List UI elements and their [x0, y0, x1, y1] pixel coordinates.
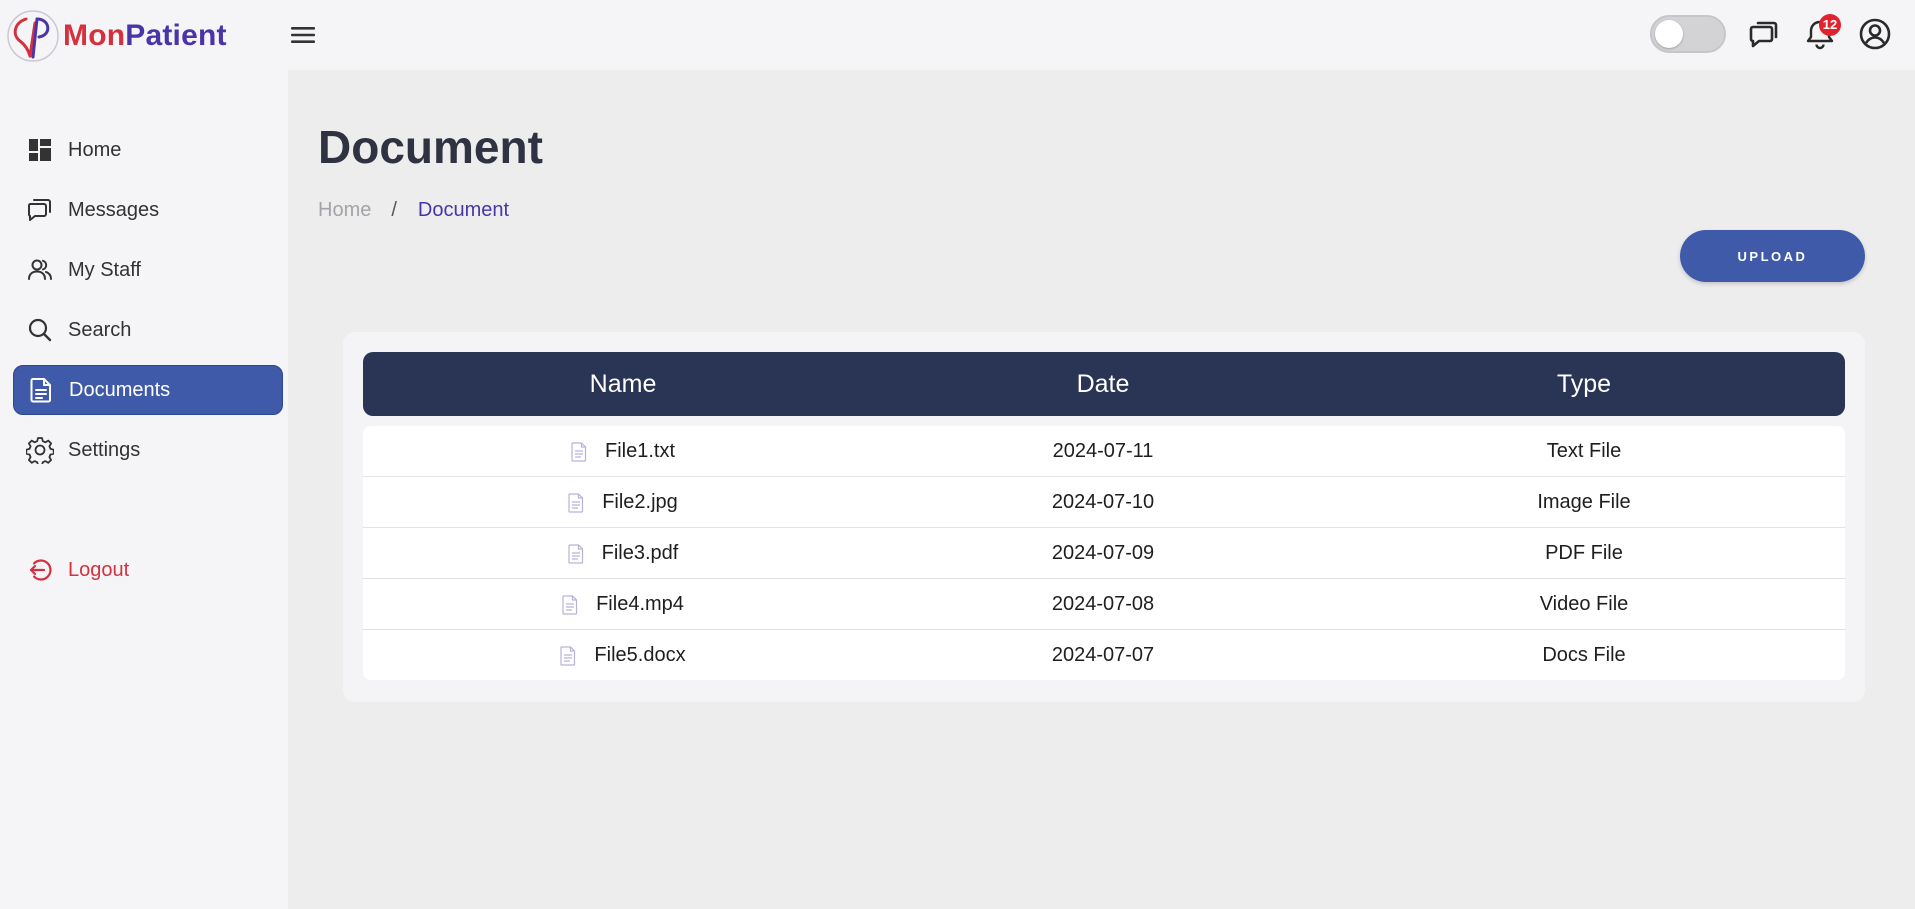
upload-button[interactable]: UPLOAD: [1680, 230, 1865, 282]
file-date: 2024-07-10: [1051, 491, 1155, 513]
sidebar-item-settings[interactable]: Settings: [13, 425, 283, 475]
file-icon: [562, 594, 578, 615]
sidebar: Home Messages My Staff Search Documents …: [0, 70, 288, 909]
brand-logo[interactable]: MonPatient: [6, 9, 227, 63]
file-name: File2.jpg: [602, 491, 678, 513]
table-row[interactable]: File4.mp4 2024-07-08 Video File: [363, 579, 1845, 630]
file-date: 2024-07-07: [1051, 644, 1155, 666]
column-header-type[interactable]: Type: [1323, 352, 1845, 416]
logout-button[interactable]: Logout: [13, 545, 283, 595]
breadcrumb: Home / Document: [318, 199, 509, 222]
sidebar-item-label: Search: [68, 318, 132, 341]
top-bar: MonPatient 12: [0, 0, 1915, 70]
file-type: Docs File: [1542, 644, 1626, 666]
breadcrumb-current: Document: [417, 199, 510, 221]
sidebar-item-home[interactable]: Home: [13, 125, 283, 175]
file-icon: [568, 492, 584, 513]
file-name-cell: File4.mp4: [363, 579, 883, 630]
table-row[interactable]: File1.txt 2024-07-11 Text File: [363, 426, 1845, 477]
chat-icon[interactable]: [1747, 17, 1781, 51]
chat-icon: [26, 196, 54, 224]
file-type: Image File: [1537, 491, 1631, 513]
file-name-cell: File3.pdf: [363, 528, 883, 579]
hamburger-menu-icon[interactable]: [288, 21, 318, 49]
file-type: Video File: [1539, 593, 1629, 615]
document-icon: [27, 376, 55, 404]
sidebar-item-documents[interactable]: Documents: [13, 365, 283, 415]
search-icon: [26, 316, 54, 344]
sidebar-item-label: Documents: [69, 378, 171, 401]
sidebar-item-label: Settings: [68, 438, 141, 461]
file-icon: [571, 441, 587, 462]
file-date: 2024-07-09: [1051, 542, 1155, 564]
file-icon: [568, 543, 583, 564]
logout-label: Logout: [68, 558, 130, 581]
sidebar-item-label: Home: [68, 138, 122, 161]
breadcrumb-separator: /: [391, 199, 397, 221]
brand-name-part2: Patient: [125, 19, 227, 52]
file-name-cell: File5.docx: [363, 630, 883, 680]
account-circle-icon[interactable]: [1858, 17, 1892, 51]
file-name-cell: File2.jpg: [363, 477, 883, 528]
sidebar-item-label: Messages: [68, 198, 160, 221]
theme-toggle-knob: [1655, 20, 1683, 48]
breadcrumb-home-link[interactable]: Home: [318, 199, 371, 222]
file-type: PDF File: [1545, 542, 1623, 564]
file-name: File5.docx: [594, 644, 686, 666]
file-date: 2024-07-08: [1051, 593, 1155, 615]
column-header-date[interactable]: Date: [883, 352, 1323, 416]
brand-logo-icon: [7, 10, 59, 62]
documents-table-card: Name Date Type File1.txt 2024-07-11 Text…: [343, 332, 1865, 702]
column-header-name[interactable]: Name: [363, 352, 883, 416]
table-body: File1.txt 2024-07-11 Text File File2.jpg…: [363, 426, 1845, 680]
page-title: Document: [318, 121, 543, 173]
brand-name: MonPatient: [63, 19, 227, 53]
brand-name-part1: Mon: [63, 19, 126, 52]
sidebar-item-label: My Staff: [68, 258, 141, 281]
table-header: Name Date Type: [363, 352, 1845, 416]
sidebar-item-search[interactable]: Search: [13, 305, 283, 355]
users-icon: [26, 256, 54, 284]
file-type: Text File: [1546, 440, 1622, 462]
file-name: File3.pdf: [601, 542, 679, 564]
table-row[interactable]: File5.docx 2024-07-07 Docs File: [363, 630, 1845, 680]
file-icon: [560, 645, 576, 666]
file-name-cell: File1.txt: [363, 426, 883, 477]
dashboard-icon: [26, 136, 54, 164]
logout-icon: [26, 556, 54, 584]
table-row[interactable]: File3.pdf 2024-07-09 PDF File: [363, 528, 1845, 579]
sidebar-item-my-staff[interactable]: My Staff: [13, 245, 283, 295]
table-row[interactable]: File2.jpg 2024-07-10 Image File: [363, 477, 1845, 528]
notification-badge: 12: [1819, 14, 1841, 36]
theme-toggle[interactable]: [1650, 15, 1726, 53]
sidebar-item-messages[interactable]: Messages: [13, 185, 283, 235]
file-date: 2024-07-11: [1052, 440, 1154, 462]
gear-icon: [26, 436, 54, 464]
file-name: File4.mp4: [596, 593, 684, 615]
file-name: File1.txt: [604, 440, 676, 462]
